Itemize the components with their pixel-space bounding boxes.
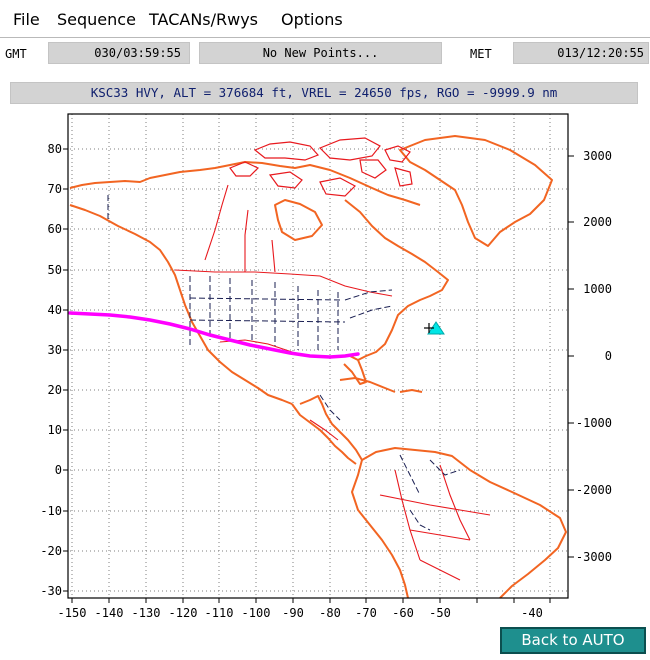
y-tick-label: 80 [48, 142, 62, 156]
menu-options[interactable]: Options [281, 10, 343, 29]
map-frame [63, 113, 574, 603]
target-marker [424, 321, 445, 335]
y-tick-label: -20 [40, 544, 62, 558]
y-tick-label: -10 [40, 504, 62, 518]
x-tick-label: -50 [429, 606, 451, 620]
status-line: KSC33 HVY, ALT = 376684 ft, VREL = 24650… [10, 82, 638, 104]
x-tick-label: -80 [319, 606, 341, 620]
menu-bar: File Sequence TACANs/Rwys Options [0, 0, 650, 38]
points-status: No New Points... [199, 42, 442, 64]
y-right-tick-label: 1000 [583, 282, 612, 296]
x-tick-label: -150 [58, 606, 87, 620]
gmt-field: 030/03:59:55 [48, 42, 190, 64]
y-tick-label: 40 [48, 303, 62, 317]
state-lines [107, 195, 461, 531]
coastlines [69, 135, 567, 599]
x-tick-label: -70 [355, 606, 377, 620]
y-tick-label: 10 [48, 423, 62, 437]
x-tick-label: -60 [392, 606, 414, 620]
menu-tacans-rwys[interactable]: TACANs/Rwys [149, 10, 258, 29]
menu-sequence[interactable]: Sequence [57, 10, 136, 29]
y-right-tick-label: 3000 [583, 149, 612, 163]
y-tick-label: 20 [48, 383, 62, 397]
y-tick-label: -30 [40, 584, 62, 598]
menu-file[interactable]: File [13, 10, 40, 29]
x-tick-label: -130 [132, 606, 161, 620]
gmt-label: GMT [5, 47, 27, 61]
y-right-tick-label: -3000 [576, 550, 612, 564]
y-tick-label: 50 [48, 263, 62, 277]
x-tick-label: -110 [205, 606, 234, 620]
x-tick-label: -140 [95, 606, 124, 620]
trajectory-map[interactable]: -150 -140 -130 -120 -110 -100 -90 -80 -7… [0, 108, 650, 628]
y-tick-label: 60 [48, 222, 62, 236]
x-tick-label: -100 [242, 606, 271, 620]
y-tick-label: 0 [55, 463, 62, 477]
y-left-axis-labels: 80 70 60 50 40 30 20 10 0 -10 -20 -30 [40, 142, 62, 598]
y-right-tick-label: 2000 [583, 215, 612, 229]
y-right-tick-label: 0 [605, 349, 612, 363]
y-tick-label: 70 [48, 182, 62, 196]
x-tick-label: -90 [282, 606, 304, 620]
political-borders [174, 184, 491, 581]
x-tick-label: -120 [169, 606, 198, 620]
y-tick-label: 30 [48, 343, 62, 357]
x-axis-labels: -150 -140 -130 -120 -110 -100 -90 -80 -7… [58, 606, 543, 620]
met-field: 013/12:20:55 [513, 42, 649, 64]
x-tick-label: -40 [521, 606, 543, 620]
y-right-tick-label: -1000 [576, 416, 612, 430]
y-right-axis-labels: 3000 2000 1000 0 -1000 -2000 -3000 [576, 149, 612, 564]
back-to-auto-button[interactable]: Back to AUTO [500, 627, 646, 654]
met-label: MET [470, 47, 492, 61]
y-right-tick-label: -2000 [576, 483, 612, 497]
